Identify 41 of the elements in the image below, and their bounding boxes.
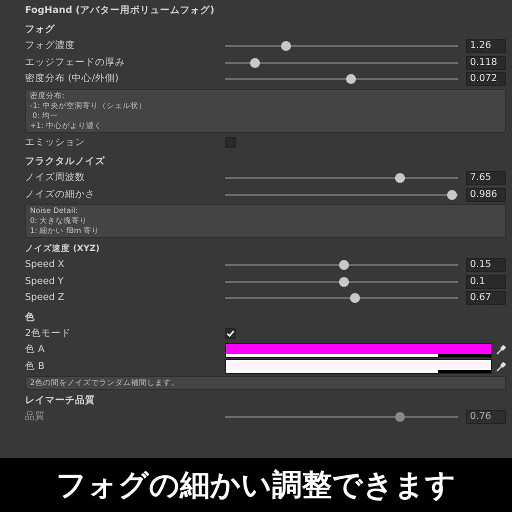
field-label: 2色モード: [25, 326, 72, 341]
color-swatch[interactable]: [225, 359, 492, 374]
field-label: エッジフェードの厚み: [25, 56, 126, 70]
section-header: 色: [25, 310, 36, 324]
slider-thumb[interactable]: [346, 74, 356, 84]
section-header: ノイズ速度 (XYZ): [25, 242, 101, 256]
field-label: Speed Z: [25, 291, 66, 306]
value-field[interactable]: 0.1: [466, 274, 506, 289]
field-label: ノイズの細かさ: [25, 188, 96, 202]
field-label: ノイズ周波数: [25, 171, 86, 186]
field-label: 密度分布 (中心/外側): [25, 72, 120, 86]
section-header: フォグ: [25, 23, 56, 37]
slider-thumb[interactable]: [280, 41, 291, 52]
section-header: レイマーチ品質: [25, 394, 96, 408]
window-title: FogHand (アバター用ボリュームフォグ): [25, 4, 216, 18]
value-field[interactable]: 7.65: [466, 171, 506, 186]
eyedropper-icon[interactable]: [496, 362, 506, 372]
slider-thumb[interactable]: [350, 293, 360, 304]
value-field[interactable]: 1.26: [466, 39, 506, 54]
value-field[interactable]: 0.118: [466, 56, 506, 70]
eyedropper-icon[interactable]: [496, 345, 506, 356]
caption-text: フォグの細かい調整できます: [56, 466, 456, 504]
field-label: 色 A: [25, 343, 46, 358]
field-label: Speed Y: [25, 274, 65, 289]
value-field[interactable]: 0.986: [466, 188, 506, 202]
color-swatch[interactable]: [225, 342, 492, 358]
field-label: エミッション: [25, 136, 86, 150]
field-label: 色 B: [25, 360, 46, 374]
slider-thumb[interactable]: [250, 58, 260, 68]
slider-thumb[interactable]: [338, 276, 349, 287]
value-field[interactable]: 0.67: [466, 291, 506, 306]
checkbox[interactable]: [225, 328, 236, 340]
field-label: 品質: [25, 410, 46, 424]
value-field[interactable]: 0.15: [466, 258, 506, 272]
slider-thumb[interactable]: [338, 260, 349, 270]
field-label: フォグ濃度: [25, 39, 76, 54]
section-header: フラクタルノイズ: [25, 155, 106, 169]
slider-thumb[interactable]: [394, 173, 405, 184]
field-label: Speed X: [25, 258, 66, 272]
value-field[interactable]: 0.072: [466, 72, 506, 86]
slider-thumb[interactable]: [447, 190, 458, 200]
